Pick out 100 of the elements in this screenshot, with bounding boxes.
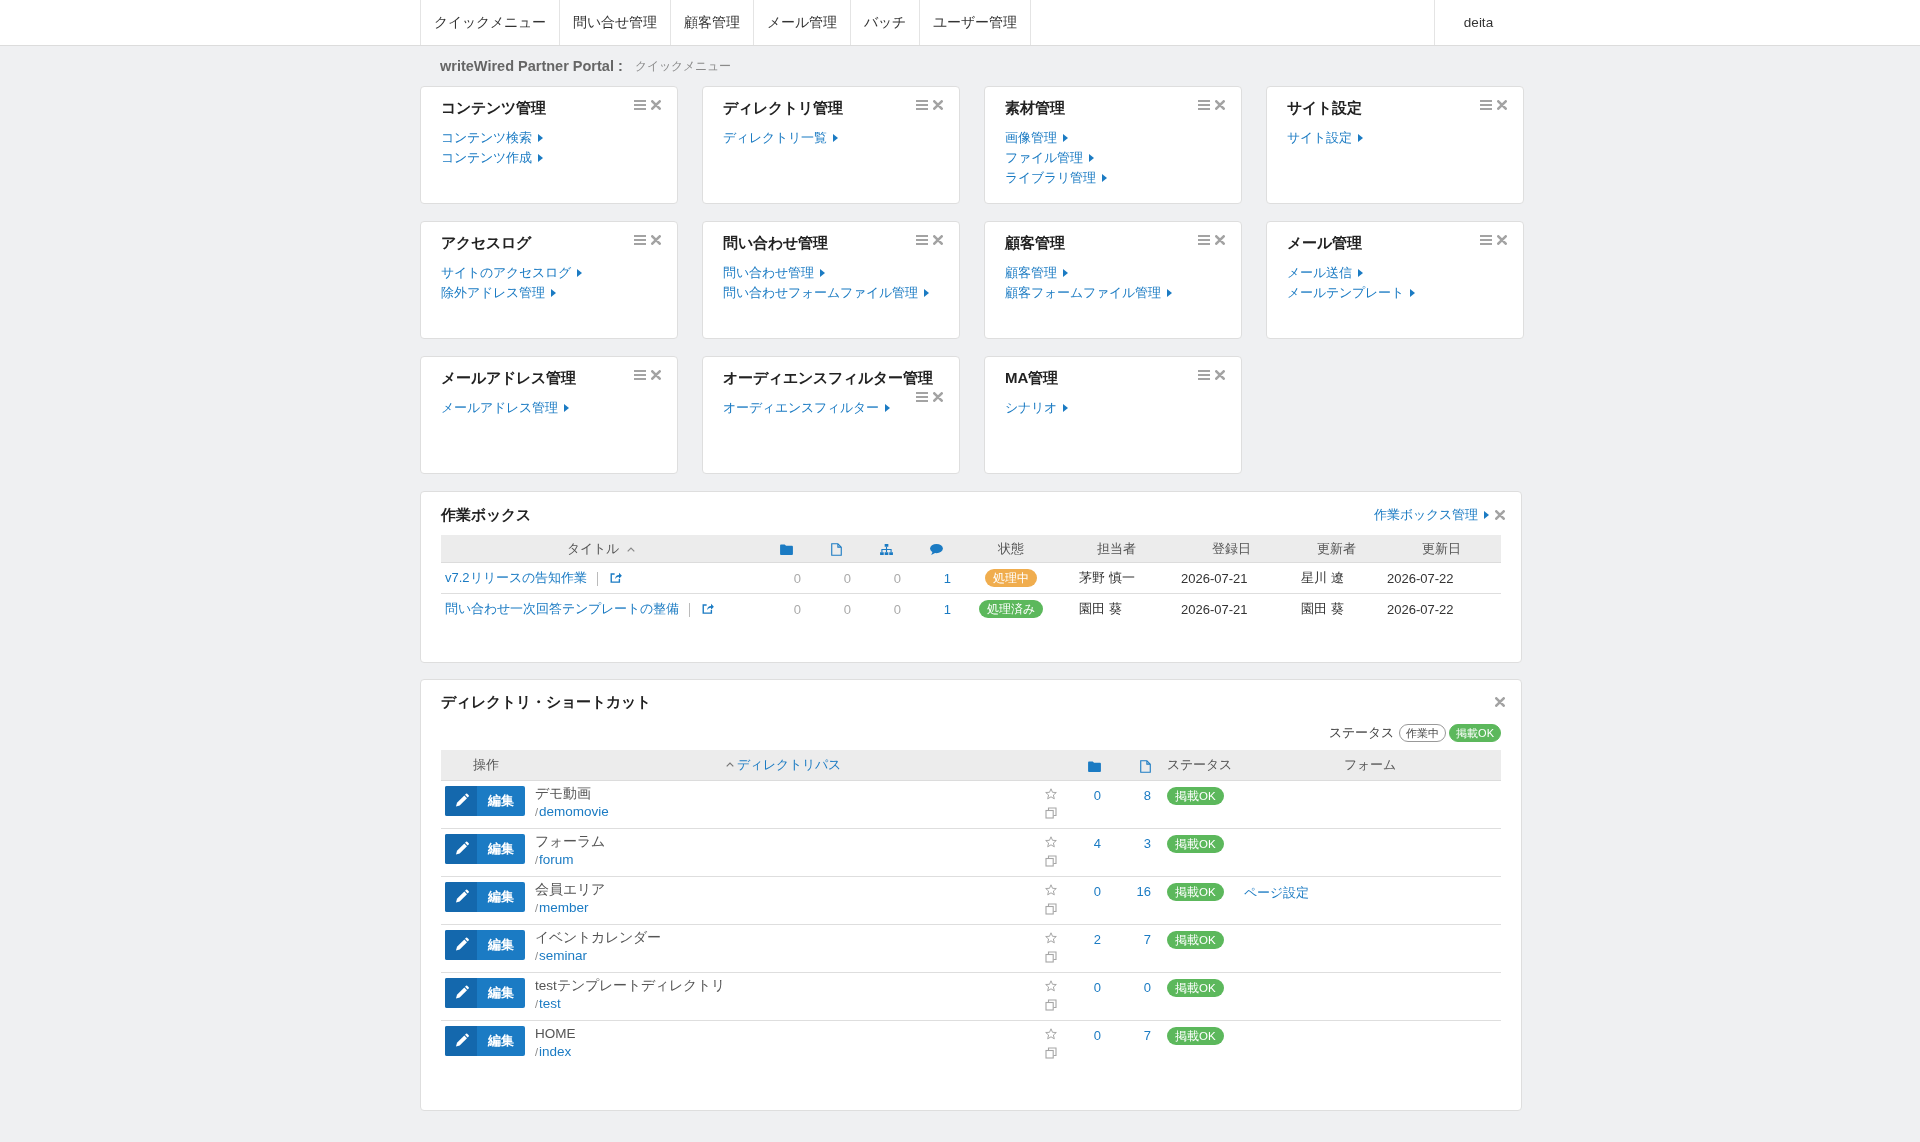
path-prefix: / bbox=[535, 950, 539, 962]
menu-icon[interactable] bbox=[916, 392, 928, 402]
manage-link[interactable]: 作業ボックス管理 bbox=[1374, 506, 1489, 524]
form-settings-link[interactable]: ページ設定 bbox=[1244, 885, 1309, 900]
menu-icon[interactable] bbox=[1480, 100, 1492, 110]
card-link[interactable]: サイト設定 bbox=[1287, 130, 1363, 145]
status-filter-badge[interactable]: 掲載OK bbox=[1449, 724, 1501, 742]
card-link[interactable]: 除外アドレス管理 bbox=[441, 285, 556, 300]
file-count-link[interactable]: 0 bbox=[1143, 980, 1151, 995]
nav-menu-item[interactable]: メール管理 bbox=[754, 0, 851, 45]
card-link[interactable]: 顧客フォームファイル管理 bbox=[1005, 285, 1172, 300]
copy-icon[interactable] bbox=[1045, 951, 1057, 963]
file-count-link[interactable]: 3 bbox=[1143, 836, 1151, 851]
close-icon[interactable] bbox=[933, 392, 943, 402]
card-link[interactable]: シナリオ bbox=[1005, 400, 1068, 415]
edit-button[interactable]: 編集 bbox=[445, 786, 525, 816]
directory-path-link[interactable]: forum bbox=[539, 852, 574, 867]
folder-count-link[interactable]: 4 bbox=[1093, 836, 1101, 851]
menu-icon[interactable] bbox=[634, 100, 646, 110]
edit-button[interactable]: 編集 bbox=[445, 978, 525, 1008]
edit-button[interactable]: 編集 bbox=[445, 930, 525, 960]
menu-icon[interactable] bbox=[1480, 235, 1492, 245]
menu-icon[interactable] bbox=[634, 370, 646, 380]
card-link[interactable]: ディレクトリ一覧 bbox=[723, 130, 838, 145]
menu-icon[interactable] bbox=[916, 100, 928, 110]
menu-icon[interactable] bbox=[1198, 235, 1210, 245]
directory-path-link[interactable]: demomovie bbox=[539, 804, 609, 819]
count-link[interactable]: 1 bbox=[943, 570, 951, 586]
folder-count-link[interactable]: 2 bbox=[1093, 932, 1101, 947]
nav-menu-item[interactable]: クイックメニュー bbox=[420, 0, 560, 45]
share-icon[interactable] bbox=[702, 602, 714, 614]
file-count-link[interactable]: 16 bbox=[1136, 884, 1151, 899]
edit-button[interactable]: 編集 bbox=[445, 834, 525, 864]
copy-icon[interactable] bbox=[1045, 855, 1057, 867]
card-link[interactable]: 画像管理 bbox=[1005, 130, 1068, 145]
directory-path-link[interactable]: index bbox=[539, 1044, 572, 1059]
file-count-link[interactable]: 8 bbox=[1143, 788, 1151, 803]
edit-button[interactable]: 編集 bbox=[445, 1026, 525, 1056]
close-icon[interactable] bbox=[651, 100, 661, 110]
file-count-link[interactable]: 7 bbox=[1143, 1028, 1151, 1043]
copy-icon[interactable] bbox=[1045, 807, 1057, 819]
task-title-link[interactable]: 問い合わせ一次回答テンプレートの整備 bbox=[445, 601, 679, 616]
nav-menu-item[interactable]: バッチ bbox=[851, 0, 920, 45]
star-icon[interactable] bbox=[1045, 836, 1057, 848]
card-link[interactable]: 顧客管理 bbox=[1005, 265, 1068, 280]
close-icon[interactable] bbox=[1215, 100, 1225, 110]
copy-icon[interactable] bbox=[1045, 903, 1057, 915]
close-icon[interactable] bbox=[1497, 100, 1507, 110]
close-icon[interactable] bbox=[1497, 235, 1507, 245]
close-icon[interactable] bbox=[933, 100, 943, 110]
card-link[interactable]: メールアドレス管理 bbox=[441, 400, 569, 415]
close-icon[interactable] bbox=[1215, 235, 1225, 245]
star-icon[interactable] bbox=[1045, 1028, 1057, 1040]
close-icon[interactable] bbox=[651, 235, 661, 245]
folder-count-link[interactable]: 0 bbox=[1093, 1028, 1101, 1043]
menu-icon[interactable] bbox=[634, 235, 646, 245]
close-icon[interactable] bbox=[1215, 370, 1225, 380]
close-icon[interactable] bbox=[1495, 510, 1505, 520]
directory-path-link[interactable]: member bbox=[539, 900, 589, 915]
card-link[interactable]: ファイル管理 bbox=[1005, 150, 1094, 165]
count-link[interactable]: 1 bbox=[943, 601, 951, 617]
close-icon[interactable] bbox=[651, 370, 661, 380]
close-icon[interactable] bbox=[1495, 697, 1505, 707]
edit-button[interactable]: 編集 bbox=[445, 882, 525, 912]
user-menu[interactable]: deita bbox=[1434, 0, 1522, 45]
directory-path-link[interactable]: test bbox=[539, 996, 561, 1011]
card-link[interactable]: オーディエンスフィルター bbox=[723, 400, 890, 415]
folder-count-link[interactable]: 0 bbox=[1093, 788, 1101, 803]
card-link[interactable]: コンテンツ作成 bbox=[441, 150, 543, 165]
close-icon[interactable] bbox=[933, 235, 943, 245]
star-icon[interactable] bbox=[1045, 932, 1057, 944]
star-icon[interactable] bbox=[1045, 884, 1057, 896]
copy-icon[interactable] bbox=[1045, 1047, 1057, 1059]
card-link[interactable]: メールテンプレート bbox=[1287, 285, 1415, 300]
folder-count-link[interactable]: 0 bbox=[1093, 980, 1101, 995]
menu-icon[interactable] bbox=[916, 235, 928, 245]
column-header[interactable]: タイトル bbox=[567, 540, 619, 556]
nav-menu-item[interactable]: 問い合せ管理 bbox=[560, 0, 671, 45]
status-badge: 掲載OK bbox=[1167, 787, 1224, 805]
card-link[interactable]: サイトのアクセスログ bbox=[441, 265, 582, 280]
menu-icon[interactable] bbox=[1198, 370, 1210, 380]
card-link[interactable]: ライブラリ管理 bbox=[1005, 170, 1107, 185]
share-icon[interactable] bbox=[609, 571, 622, 583]
file-count-link[interactable]: 7 bbox=[1143, 932, 1151, 947]
sort-header-link[interactable]: ディレクトリパス bbox=[737, 757, 841, 772]
nav-menu-item[interactable]: ユーザー管理 bbox=[920, 0, 1031, 45]
directory-path-link[interactable]: seminar bbox=[539, 948, 588, 963]
folder-count-link[interactable]: 0 bbox=[1093, 884, 1101, 899]
card-link[interactable]: 問い合わせ管理 bbox=[723, 265, 825, 280]
updated-date-cell: 2026-07-22 bbox=[1387, 601, 1454, 617]
card-link[interactable]: メール送信 bbox=[1287, 265, 1363, 280]
task-title-link[interactable]: v7.2リリースの告知作業 bbox=[445, 570, 587, 585]
copy-icon[interactable] bbox=[1045, 999, 1057, 1011]
star-icon[interactable] bbox=[1045, 980, 1057, 992]
menu-icon[interactable] bbox=[1198, 100, 1210, 110]
status-filter-badge[interactable]: 作業中 bbox=[1399, 724, 1447, 742]
star-icon[interactable] bbox=[1045, 788, 1057, 800]
card-link[interactable]: 問い合わせフォームファイル管理 bbox=[723, 285, 929, 300]
card-link[interactable]: コンテンツ検索 bbox=[441, 130, 543, 145]
nav-menu-item[interactable]: 顧客管理 bbox=[671, 0, 754, 45]
